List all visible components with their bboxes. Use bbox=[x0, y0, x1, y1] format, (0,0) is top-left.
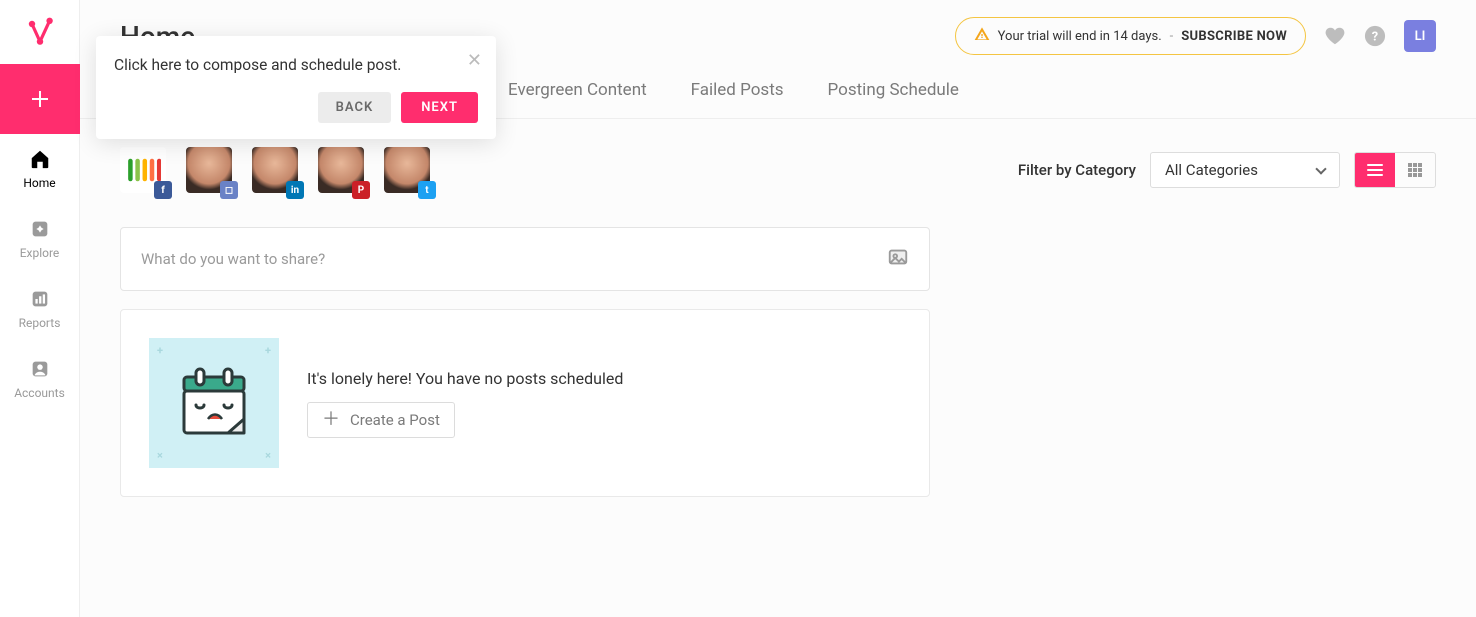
sidebar-item-accounts[interactable]: Accounts bbox=[0, 344, 80, 414]
view-toggle bbox=[1354, 152, 1436, 188]
image-icon[interactable] bbox=[887, 246, 909, 272]
sidebar-item-label: Explore bbox=[20, 246, 60, 260]
separator: - bbox=[1170, 29, 1174, 44]
category-dropdown[interactable]: All Categories bbox=[1150, 152, 1340, 188]
create-post-label: Create a Post bbox=[350, 411, 440, 429]
sparkle-icon bbox=[29, 218, 51, 240]
create-post-button[interactable]: ＋ Create a Post bbox=[307, 402, 455, 438]
list-view-button[interactable] bbox=[1355, 153, 1395, 187]
tooltip-text: Click here to compose and schedule post. bbox=[114, 56, 478, 74]
heart-icon[interactable] bbox=[1324, 25, 1346, 47]
chart-icon bbox=[29, 288, 51, 310]
onboarding-tooltip: ✕ Click here to compose and schedule pos… bbox=[96, 36, 496, 139]
compose-button[interactable] bbox=[0, 64, 80, 134]
sidebar-item-label: Home bbox=[23, 176, 55, 190]
app-logo[interactable] bbox=[0, 0, 80, 64]
help-icon[interactable]: ? bbox=[1364, 25, 1386, 47]
trial-banner: Your trial will end in 14 days. - SUBSCR… bbox=[955, 17, 1306, 55]
account-pinterest[interactable]: P bbox=[318, 147, 364, 193]
warning-icon bbox=[974, 26, 990, 46]
sidebar-item-label: Accounts bbox=[14, 386, 65, 400]
instagram-badge-icon: ◻ bbox=[220, 181, 238, 199]
home-icon bbox=[29, 148, 51, 170]
linkedin-badge-icon: in bbox=[286, 181, 304, 199]
pinterest-badge-icon: P bbox=[352, 181, 370, 199]
account-facebook[interactable]: ◻ bbox=[186, 147, 232, 193]
tab-failed[interactable]: Failed Posts bbox=[691, 80, 784, 118]
next-button[interactable]: NEXT bbox=[401, 92, 478, 123]
content: f ◻ in P t Filter by Category All Catego… bbox=[80, 119, 1476, 525]
empty-message: It's lonely here! You have no posts sche… bbox=[307, 369, 623, 388]
user-icon bbox=[29, 358, 51, 380]
chevron-down-icon bbox=[1315, 163, 1326, 174]
empty-calendar-illustration: + + × × bbox=[149, 338, 279, 468]
facebook-badge-icon: f bbox=[154, 181, 172, 199]
category-selected: All Categories bbox=[1165, 161, 1258, 179]
sidebar-item-reports[interactable]: Reports bbox=[0, 274, 80, 344]
compose-input-container[interactable] bbox=[120, 227, 930, 291]
sidebar-item-home[interactable]: Home bbox=[0, 134, 80, 204]
svg-text:?: ? bbox=[1372, 30, 1378, 45]
account-blog[interactable]: f bbox=[120, 147, 166, 193]
close-icon[interactable]: ✕ bbox=[467, 50, 482, 71]
accounts-row: f ◻ in P t Filter by Category All Catego… bbox=[120, 147, 1436, 193]
tab-schedule[interactable]: Posting Schedule bbox=[828, 80, 959, 118]
empty-state-card: + + × × It's lonely here! You have no po… bbox=[120, 309, 930, 497]
grid-view-button[interactable] bbox=[1395, 153, 1435, 187]
sidebar-item-explore[interactable]: Explore bbox=[0, 204, 80, 274]
sidebar-item-label: Reports bbox=[19, 316, 61, 330]
tab-evergreen[interactable]: Evergreen Content bbox=[508, 80, 647, 118]
account-twitter[interactable]: t bbox=[384, 147, 430, 193]
twitter-badge-icon: t bbox=[418, 181, 436, 199]
filter-label: Filter by Category bbox=[1018, 161, 1136, 179]
sidebar: Home Explore Reports Accounts bbox=[0, 0, 80, 617]
account-linkedin[interactable]: in bbox=[252, 147, 298, 193]
user-avatar[interactable]: LI bbox=[1404, 20, 1436, 52]
back-button[interactable]: BACK bbox=[318, 92, 392, 123]
trial-text: Your trial will end in 14 days. bbox=[998, 29, 1162, 44]
subscribe-link[interactable]: SUBSCRIBE NOW bbox=[1181, 29, 1287, 44]
plus-icon: ＋ bbox=[322, 411, 340, 429]
compose-input[interactable] bbox=[141, 250, 887, 268]
